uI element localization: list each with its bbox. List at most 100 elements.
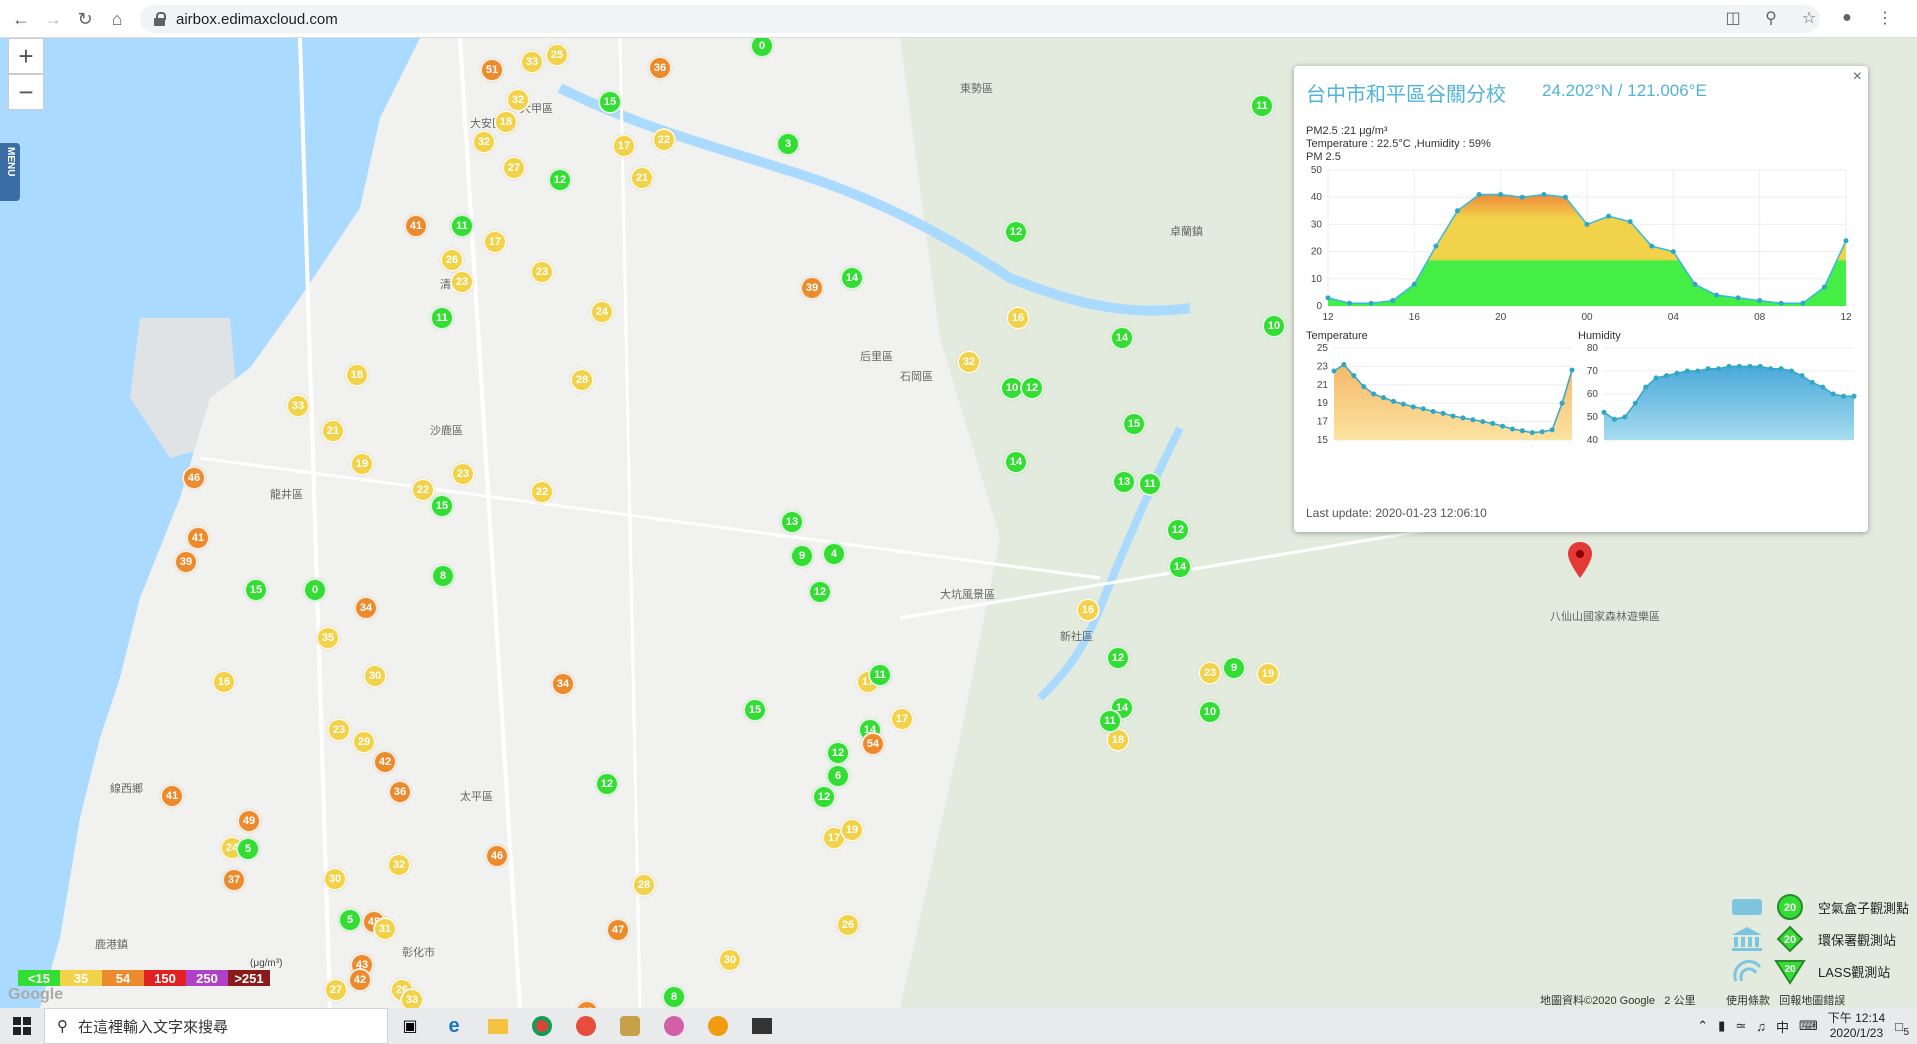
map-canvas[interactable]: + − MENU 大安區大甲區沙鹿區龍井區清水區鹿港鎮線西鄉彰化市大坑風景區卓蘭… (0, 38, 1917, 1008)
sensor-marker[interactable]: 21 (630, 166, 654, 190)
menu-tab[interactable]: MENU (0, 143, 20, 201)
sensor-marker[interactable]: 32 (387, 853, 411, 877)
sensor-marker[interactable]: 25 (545, 43, 569, 67)
sensor-marker[interactable]: 18 (494, 110, 518, 134)
sensor-marker[interactable]: 42 (373, 750, 397, 774)
sensor-marker[interactable]: 41 (186, 526, 210, 550)
sensor-marker[interactable]: 31 (373, 917, 397, 941)
back-button[interactable]: ← (6, 4, 36, 34)
sensor-marker[interactable]: 33 (400, 988, 424, 1008)
sensor-marker[interactable]: 33 (520, 50, 544, 74)
chrome-icon[interactable] (520, 1008, 564, 1044)
reload-button[interactable]: ↻ (70, 4, 100, 34)
app-icon-1[interactable] (564, 1008, 608, 1044)
network-icon[interactable]: ≃ (1735, 1018, 1746, 1034)
sensor-marker[interactable]: 39 (174, 550, 198, 574)
sensor-marker[interactable]: 15 (1122, 412, 1146, 436)
sensor-marker[interactable]: 22 (652, 128, 676, 152)
task-view-icon[interactable]: ▣ (388, 1008, 432, 1044)
home-button[interactable]: ⌂ (102, 4, 132, 34)
sensor-marker[interactable]: 54 (861, 732, 885, 756)
sensor-marker[interactable]: 35 (316, 626, 340, 650)
sensor-marker[interactable]: 37 (222, 868, 246, 892)
sensor-marker[interactable]: 16 (212, 670, 236, 694)
sensor-marker[interactable]: 16 (1006, 306, 1030, 330)
sensor-marker[interactable]: 15 (598, 90, 622, 114)
sensor-marker[interactable]: 11 (868, 663, 892, 687)
start-button[interactable] (0, 1008, 44, 1044)
sensor-marker[interactable]: 3 (776, 132, 800, 156)
sensor-marker[interactable]: 6 (826, 764, 850, 788)
terms-link[interactable]: 使用條款 (1726, 995, 1770, 1007)
legend-epa-row[interactable]: 20 環保署觀測站 (1730, 925, 1917, 953)
sensor-marker[interactable]: 39 (800, 276, 824, 300)
zoom-in-button[interactable]: + (8, 38, 44, 74)
volume-icon[interactable]: ♫ (1756, 1019, 1766, 1034)
sensor-marker[interactable]: 23 (1198, 661, 1222, 685)
sensor-marker[interactable]: 5 (338, 908, 362, 932)
sensor-marker[interactable]: 28 (632, 873, 656, 897)
sensor-marker[interactable]: 23 (450, 270, 474, 294)
sensor-marker[interactable]: 8 (662, 985, 686, 1008)
translate-icon[interactable]: ◫ (1721, 6, 1745, 30)
photos-icon[interactable] (740, 1008, 784, 1044)
zoom-out-button[interactable]: − (8, 74, 44, 110)
sensor-marker[interactable]: 15 (743, 698, 767, 722)
sensor-marker[interactable]: 8 (431, 564, 455, 588)
forward-button[interactable]: → (38, 4, 68, 34)
sensor-marker[interactable]: 19 (350, 452, 374, 476)
profile-icon[interactable]: ● (1835, 6, 1859, 30)
sensor-marker[interactable]: 41 (160, 784, 184, 808)
notification-icon[interactable]: □ 5 (1895, 1019, 1909, 1038)
sensor-marker[interactable]: 12 (826, 741, 850, 765)
bookmark-star-icon[interactable]: ☆ (1797, 6, 1821, 30)
sensor-marker[interactable]: 46 (485, 844, 509, 868)
sensor-marker[interactable]: 14 (1168, 555, 1192, 579)
sensor-marker[interactable]: 15 (244, 578, 268, 602)
sensor-marker[interactable]: 13 (780, 510, 804, 534)
sensor-marker[interactable]: 9 (1222, 656, 1246, 680)
sensor-marker[interactable]: 32 (957, 350, 981, 374)
sensor-marker[interactable]: 30 (323, 867, 347, 891)
sensor-marker[interactable]: 28 (570, 368, 594, 392)
sensor-marker[interactable]: 34 (354, 596, 378, 620)
sensor-marker[interactable]: 12 (1166, 518, 1190, 542)
battery-icon[interactable]: ▮ (1718, 1018, 1725, 1034)
sensor-marker[interactable]: 11 (450, 214, 474, 238)
sensor-marker[interactable]: 17 (483, 230, 507, 254)
keyboard-icon[interactable]: ⌨ (1799, 1018, 1818, 1034)
app-icon-3[interactable] (652, 1008, 696, 1044)
sensor-marker[interactable]: 11 (1138, 472, 1162, 496)
sensor-marker[interactable]: 32 (472, 130, 496, 154)
sensor-marker[interactable]: 10 (1262, 314, 1286, 338)
clock[interactable]: 下午 12:14 2020/1/23 (1828, 1011, 1885, 1041)
sensor-marker[interactable]: 36 (388, 780, 412, 804)
sensor-marker[interactable]: 41 (404, 214, 428, 238)
sensor-marker[interactable]: 21 (321, 419, 345, 443)
report-map-error-link[interactable]: 回報地圖錯誤 (1779, 995, 1845, 1007)
sensor-marker[interactable]: 36 (648, 56, 672, 80)
sensor-marker[interactable]: 23 (327, 718, 351, 742)
sensor-marker[interactable]: 23 (530, 260, 554, 284)
sensor-marker[interactable]: 30 (363, 664, 387, 688)
sensor-marker[interactable]: 15 (430, 494, 454, 518)
more-menu-icon[interactable]: ⋮ (1873, 6, 1897, 30)
sensor-marker[interactable]: 12 (1020, 376, 1044, 400)
sensor-marker[interactable]: 30 (718, 948, 742, 972)
sensor-marker[interactable]: 19 (1256, 662, 1280, 686)
selected-station-pin-icon[interactable] (1568, 542, 1592, 578)
legend-lass-row[interactable]: 20 LASS觀測站 (1730, 957, 1917, 985)
sensor-marker[interactable]: 11 (430, 306, 454, 330)
sensor-marker[interactable]: 4 (822, 542, 846, 566)
sensor-marker[interactable]: 24 (590, 300, 614, 324)
sensor-marker[interactable]: 11 (1098, 709, 1122, 733)
sensor-marker[interactable]: 12 (595, 772, 619, 796)
sensor-marker[interactable]: 23 (451, 462, 475, 486)
sensor-marker[interactable]: 42 (348, 968, 372, 992)
sensor-marker[interactable]: 27 (502, 156, 526, 180)
sensor-marker[interactable]: 51 (480, 58, 504, 82)
sensor-marker[interactable]: 47 (606, 918, 630, 942)
sensor-marker[interactable]: 17 (612, 134, 636, 158)
sensor-marker[interactable]: 26 (836, 913, 860, 937)
sensor-marker[interactable]: 14 (1004, 450, 1028, 474)
